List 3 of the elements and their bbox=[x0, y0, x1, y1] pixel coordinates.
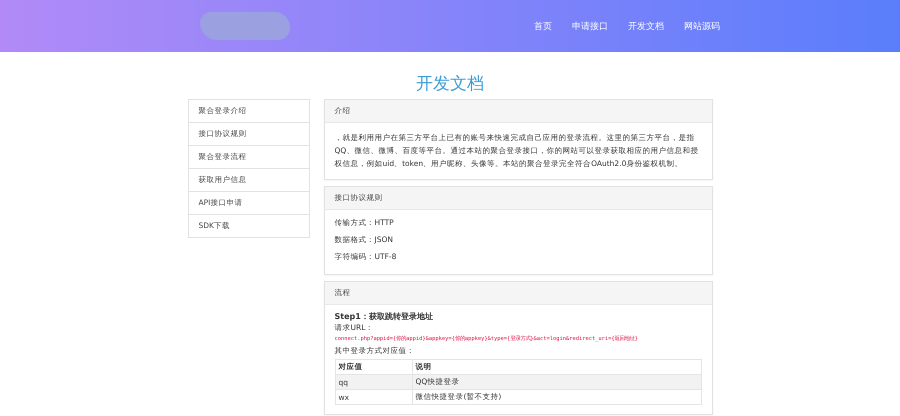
page-title: 开发文档 bbox=[415, 73, 485, 94]
blurred-logo-icon bbox=[200, 12, 290, 40]
step-heading: Step1：获取跳转登录地址 bbox=[334, 311, 434, 322]
